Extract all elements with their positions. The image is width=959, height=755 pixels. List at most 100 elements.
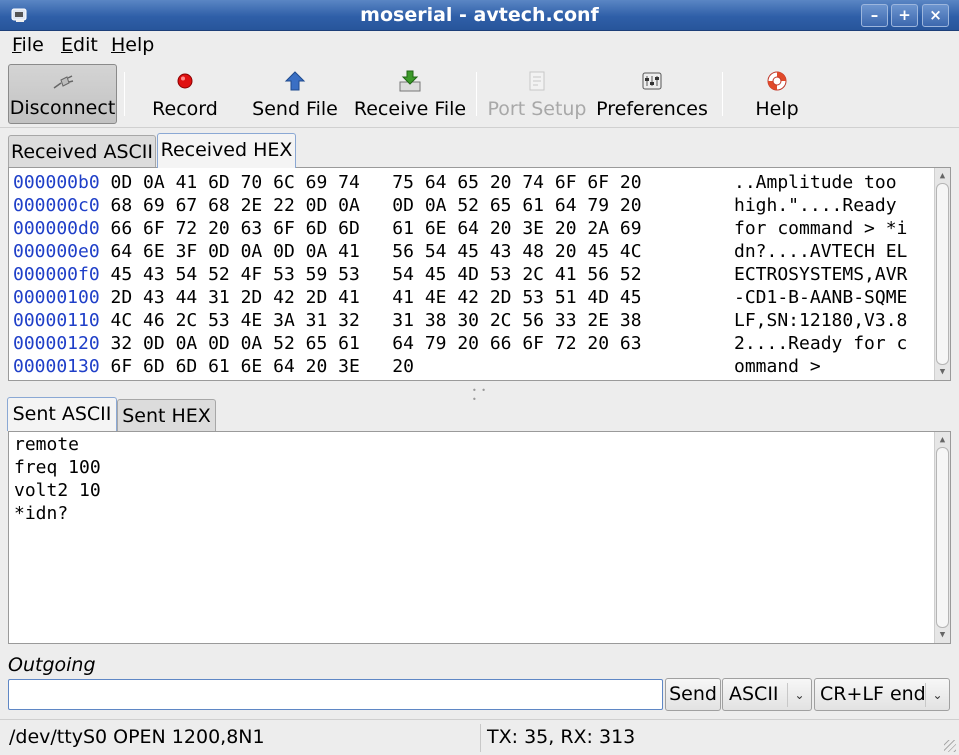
hex-row: 00000130 6F 6D 6D 61 6E 64 20 3E 20 omman…: [13, 355, 821, 378]
hex-row: 000000e0 64 6E 3F 0D 0A 0D 0A 41 56 54 4…: [13, 240, 907, 263]
record-button[interactable]: Record: [140, 64, 230, 124]
chevron-down-icon: ⌄: [925, 683, 949, 707]
scroll-down-icon[interactable]: ▼: [935, 628, 950, 642]
scroll-down-icon[interactable]: ▼: [935, 365, 950, 379]
tab-received-ascii[interactable]: Received ASCII: [8, 135, 156, 167]
hex-ascii: ECTROSYSTEMS,AVR: [734, 264, 908, 285]
lifebuoy-icon: [767, 71, 787, 91]
menu-help[interactable]: Help: [111, 34, 154, 56]
tab-received-hex[interactable]: Received HEX: [157, 133, 296, 168]
hex-address: 000000b0: [13, 172, 100, 193]
scroll-up-icon[interactable]: ▲: [935, 433, 950, 447]
receive-file-label: Receive File: [353, 98, 467, 120]
line-end-select-value: CR+LF end: [820, 683, 926, 705]
scroll-up-icon[interactable]: ▲: [935, 169, 950, 183]
port-setup-button[interactable]: Port Setup: [484, 64, 590, 124]
status-bar: /dev/ttyS0 OPEN 1200,8N1 TX: 35, RX: 313: [0, 719, 959, 755]
resize-grip-icon[interactable]: [944, 740, 956, 752]
format-select-value: ASCII: [729, 683, 779, 705]
port-setup-icon: [529, 71, 545, 91]
send-file-button[interactable]: Send File: [248, 64, 342, 124]
toolbar-separator: [124, 72, 125, 116]
pane-splitter-handle[interactable]: • • •: [472, 386, 488, 404]
send-file-label: Send File: [252, 98, 338, 120]
hex-bytes: 45 43 54 52 4F 53 59 53 54 45 4D 53 2C 4…: [110, 264, 642, 285]
hex-address: 000000e0: [13, 241, 100, 262]
help-button[interactable]: Help: [744, 64, 810, 124]
hex-address: 00000130: [13, 356, 100, 377]
hex-row: 000000d0 66 6F 72 20 63 6F 6D 6D 61 6E 6…: [13, 217, 907, 240]
toolbar: Disconnect Record Send File Receive File…: [0, 62, 959, 128]
format-select[interactable]: ASCII ⌄: [722, 678, 812, 711]
hex-row: 000000c0 68 69 67 68 2E 22 0D 0A 0D 0A 5…: [13, 194, 897, 217]
send-button[interactable]: Send: [665, 678, 721, 711]
sent-line: freq 100: [14, 457, 101, 478]
hex-row: 000000b0 0D 0A 41 6D 70 6C 69 74 75 64 6…: [13, 171, 897, 194]
hex-bytes: 2D 43 44 31 2D 42 2D 41 41 4E 42 2D 53 5…: [110, 287, 642, 308]
hex-ascii: -CD1-B-AANB-SQME: [734, 287, 908, 308]
preferences-icon: [642, 72, 662, 90]
port-setup-label: Port Setup: [487, 98, 587, 120]
sent-line: *idn?: [14, 503, 69, 524]
close-button[interactable]: ×: [922, 4, 949, 27]
hex-ascii: 2....Ready for c: [734, 333, 908, 354]
hex-address: 00000110: [13, 310, 100, 331]
line-end-select[interactable]: CR+LF end ⌄: [814, 678, 950, 711]
hex-row: 00000120 32 0D 0A 0D 0A 52 65 61 64 79 2…: [13, 332, 907, 355]
tx-rx-counts: TX: 35, RX: 313: [487, 726, 636, 748]
tab-sent-hex[interactable]: Sent HEX: [117, 399, 216, 431]
hex-address: 000000c0: [13, 195, 100, 216]
hex-ascii: ommand >: [734, 356, 832, 377]
hex-ascii: ..Amplitude too: [734, 172, 908, 193]
hex-ascii: LF,SN:12180,V3.8: [734, 310, 908, 331]
preferences-label: Preferences: [596, 98, 708, 120]
scroll-thumb[interactable]: [936, 447, 949, 628]
sent-line: volt2 10: [14, 480, 101, 501]
hex-bytes: 4C 46 2C 53 4E 3A 31 32 31 38 30 2C 56 3…: [110, 310, 642, 331]
outgoing-label: Outgoing: [8, 654, 96, 676]
arrow-up-icon: [284, 71, 306, 91]
disconnect-button[interactable]: Disconnect: [8, 64, 117, 124]
sent-line: remote: [14, 434, 80, 455]
sent-ascii-view[interactable]: remote freq 100 volt2 10 *idn? ▲ ▼: [8, 431, 951, 644]
outgoing-input[interactable]: [8, 679, 663, 710]
hex-row: 00000110 4C 46 2C 53 4E 3A 31 32 31 38 3…: [13, 309, 907, 332]
toolbar-separator: [476, 72, 477, 116]
hex-address: 00000100: [13, 287, 100, 308]
sent-scrollbar[interactable]: ▲ ▼: [934, 432, 950, 643]
record-icon: [177, 73, 193, 89]
record-label: Record: [152, 98, 218, 120]
preferences-button[interactable]: Preferences: [594, 64, 710, 124]
hex-row: 000000f0 45 43 54 52 4F 53 59 53 54 45 4…: [13, 263, 907, 286]
port-status: /dev/ttyS0 OPEN 1200,8N1: [9, 726, 265, 748]
tab-sent-ascii[interactable]: Sent ASCII: [7, 397, 117, 431]
hex-bytes: 66 6F 72 20 63 6F 6D 6D 61 6E 64 20 3E 2…: [110, 218, 642, 239]
hex-bytes: 32 0D 0A 0D 0A 52 65 61 64 79 20 66 6F 7…: [110, 333, 642, 354]
window-title: moserial - avtech.conf: [360, 4, 599, 26]
disconnect-label: Disconnect: [9, 97, 116, 119]
download-icon: [399, 70, 421, 92]
hex-bytes: 6F 6D 6D 61 6E 64 20 3E 20: [110, 356, 414, 377]
help-label: Help: [755, 98, 799, 120]
maximize-button[interactable]: +: [891, 4, 918, 27]
hex-address: 000000f0: [13, 264, 100, 285]
receive-file-button[interactable]: Receive File: [352, 64, 468, 124]
hex-ascii: dn?....AVTECH EL: [734, 241, 908, 262]
status-divider: [480, 724, 481, 752]
title-bar: moserial - avtech.conf – + ×: [0, 0, 959, 31]
hex-bytes: 68 69 67 68 2E 22 0D 0A 0D 0A 52 65 61 6…: [110, 195, 642, 216]
hex-row: 00000100 2D 43 44 31 2D 42 2D 41 41 4E 4…: [13, 286, 907, 309]
received-hex-view[interactable]: 000000b0 0D 0A 41 6D 70 6C 69 74 75 64 6…: [8, 167, 951, 381]
hex-ascii: high."....Ready: [734, 195, 908, 216]
hex-bytes: 0D 0A 41 6D 70 6C 69 74 75 64 65 20 74 6…: [110, 172, 642, 193]
hex-address: 00000120: [13, 333, 100, 354]
scroll-thumb[interactable]: [936, 183, 949, 365]
received-scrollbar[interactable]: ▲ ▼: [934, 168, 950, 380]
menu-edit[interactable]: Edit: [61, 34, 98, 56]
hex-address: 000000d0: [13, 218, 100, 239]
minimize-button[interactable]: –: [861, 4, 888, 27]
menu-file[interactable]: File: [12, 34, 44, 56]
hex-ascii: for command > *i: [734, 218, 908, 239]
chevron-down-icon: ⌄: [787, 683, 811, 707]
toolbar-separator: [722, 72, 723, 116]
